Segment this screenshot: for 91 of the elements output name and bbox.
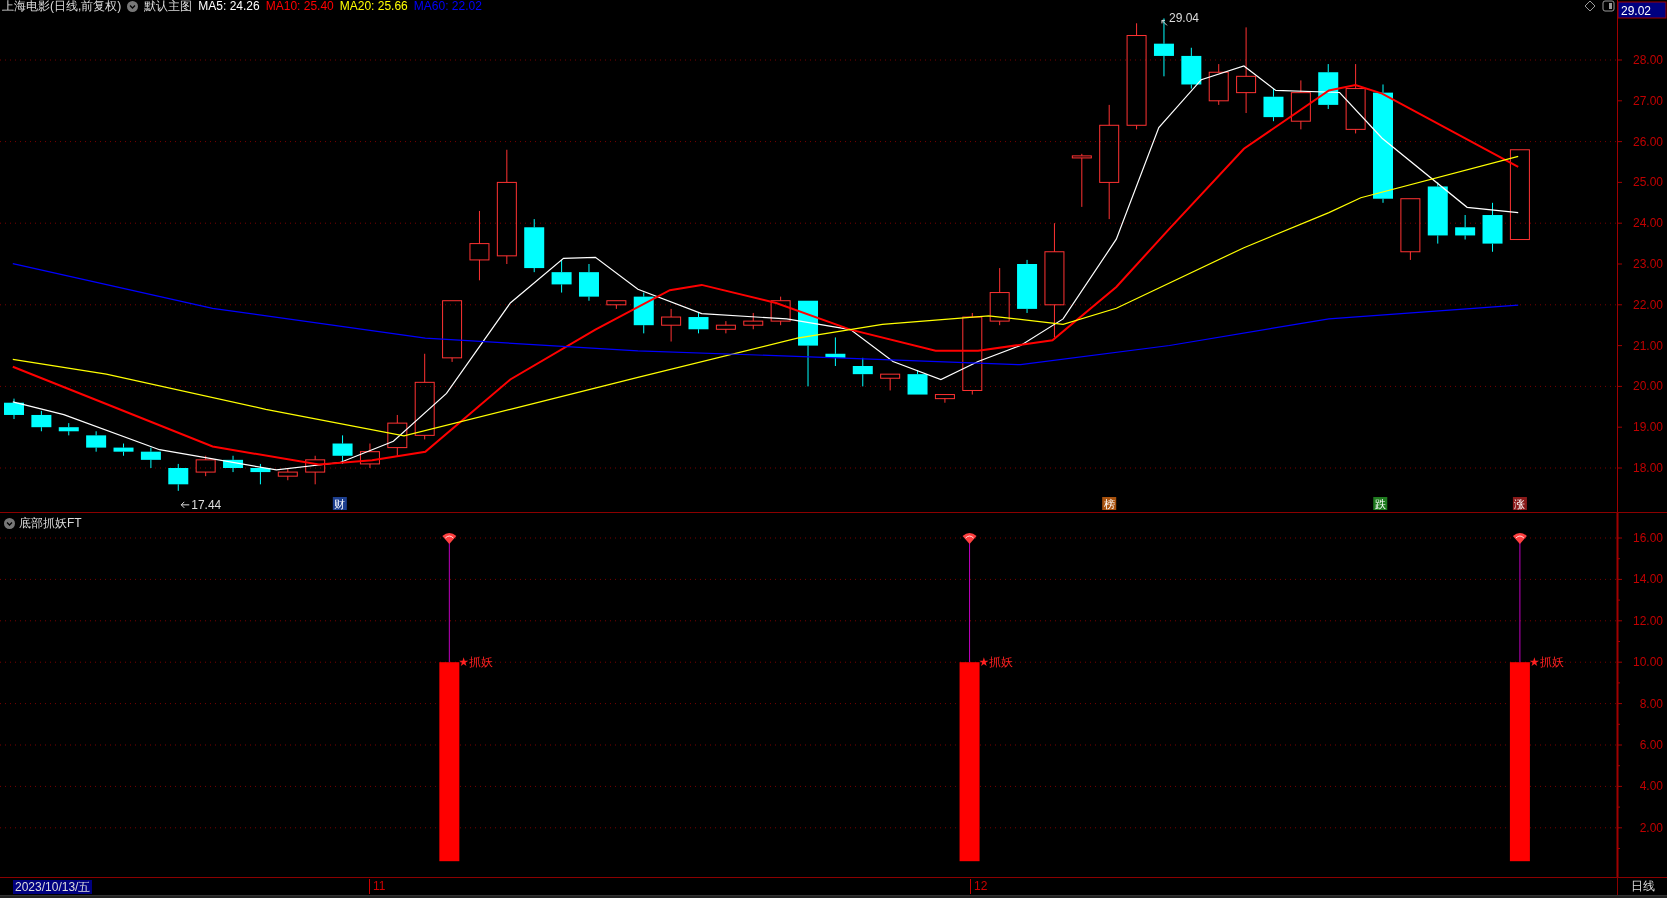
- candlestick: [688, 312, 709, 334]
- candlestick: [1017, 259, 1038, 314]
- price-axis-label: 22.00: [1632, 297, 1663, 312]
- diamond-icon[interactable]: [1584, 0, 1596, 12]
- candlestick: [1318, 63, 1339, 110]
- indicator-axis-label: 4.00: [1639, 779, 1663, 794]
- candlestick: [770, 296, 791, 326]
- price-axis-label: 28.00: [1632, 53, 1663, 67]
- indicator-axis-label: 6.00: [1639, 738, 1663, 752]
- price-axis-label: 20.00: [1632, 379, 1663, 394]
- stock-title: 上海电影(日线,前复权): [2, 0, 122, 13]
- indicator-axis-label: 10.00: [1632, 655, 1663, 670]
- candlestick: [1482, 202, 1503, 253]
- candlestick: [743, 312, 764, 330]
- date-label: 2023/10/13/五: [13, 880, 93, 894]
- candlestick: [633, 292, 654, 334]
- moving-average-value: MA20: 25.66: [339, 0, 408, 13]
- price-axis-label: 24.00: [1632, 216, 1663, 231]
- candlestick: [989, 267, 1010, 326]
- candlestick: [606, 300, 627, 310]
- signal-marker-icon: [442, 533, 457, 544]
- candlestick: [86, 430, 107, 453]
- signal-label: ★抓妖: [1528, 655, 1564, 670]
- price-axis-label: 19.00: [1632, 420, 1663, 435]
- indicator-axis-label: 14.00: [1632, 572, 1663, 587]
- month-label: 12: [970, 879, 988, 894]
- candlestick: [1455, 214, 1476, 240]
- indicator-axis-label: 8.00: [1639, 696, 1663, 711]
- price-axis-label: 25.00: [1632, 175, 1663, 190]
- template-label[interactable]: 默认主图: [144, 0, 193, 13]
- price-axis-label: 21.00: [1632, 338, 1663, 353]
- candlestick: [113, 443, 134, 457]
- candlestick: [58, 422, 79, 436]
- panel-toggle-icon[interactable]: [1602, 0, 1615, 12]
- candlestick: [1181, 47, 1202, 90]
- candlestick: [551, 259, 572, 294]
- indicator-axis-label: 12.00: [1632, 613, 1663, 628]
- candlestick: [825, 336, 846, 367]
- event-marker[interactable]: 涨: [1512, 497, 1527, 510]
- candlestick: [1263, 88, 1284, 122]
- event-marker[interactable]: 榜: [1102, 497, 1117, 510]
- candlestick: [1400, 198, 1421, 261]
- period-label: 日线: [1617, 878, 1667, 895]
- candlestick: [1208, 63, 1229, 106]
- candlestick: [195, 455, 216, 477]
- candlestick: [250, 463, 271, 485]
- candlestick: [934, 394, 955, 404]
- chevron-down-icon[interactable]: [127, 1, 139, 12]
- signal-label: ★抓妖: [458, 655, 494, 670]
- candlestick: [579, 263, 599, 302]
- indicator-title: 底部抓妖FT: [19, 515, 82, 532]
- indicator-axis-label: 16.00: [1632, 531, 1663, 545]
- signal-label: ★抓妖: [978, 655, 1014, 670]
- candlestick: [852, 357, 873, 387]
- candlestick: [880, 373, 901, 391]
- candlestick: [907, 369, 928, 396]
- candlestick: [661, 308, 682, 342]
- price-axis-label: 23.00: [1632, 257, 1663, 271]
- candlestick: [140, 447, 161, 469]
- candlestick: [524, 218, 545, 273]
- candlestick: [442, 300, 463, 363]
- candlestick: [1290, 79, 1311, 130]
- moving-average-value: MA5: 24.26: [198, 0, 260, 13]
- signal-marker-icon: [1512, 533, 1527, 544]
- candlestick: [4, 398, 24, 420]
- candlestick: [469, 210, 490, 281]
- candlestick: [1427, 181, 1448, 245]
- candlestick: [277, 467, 298, 481]
- candlestick: [387, 414, 408, 457]
- candlestick: [305, 455, 326, 485]
- current-price-label: 29.02: [1617, 1, 1667, 19]
- candlestick: [359, 443, 380, 469]
- price-axis-label: 18.00: [1632, 461, 1663, 475]
- candlestick: [715, 320, 736, 334]
- month-label: 11: [369, 879, 386, 894]
- event-marker[interactable]: 跌: [1373, 497, 1388, 510]
- high-price-label: 29.04: [1168, 11, 1199, 26]
- event-marker[interactable]: 财: [332, 497, 347, 510]
- indicator-axis-label: 2.00: [1639, 820, 1663, 835]
- price-axis-label: 27.00: [1632, 93, 1663, 108]
- candlestick: [1071, 153, 1092, 208]
- chevron-down-icon[interactable]: [4, 518, 15, 529]
- candlestick: [1345, 63, 1366, 134]
- price-axis-label: 26.00: [1632, 134, 1663, 149]
- low-price-label: 17.44: [191, 497, 222, 512]
- candlestick: [168, 463, 189, 492]
- candlestick: [31, 410, 52, 432]
- moving-average-value: MA60: 22.02: [413, 0, 482, 13]
- moving-average-value: MA10: 25.40: [265, 0, 334, 13]
- candlestick: [223, 455, 244, 473]
- signal-marker-icon: [962, 533, 977, 544]
